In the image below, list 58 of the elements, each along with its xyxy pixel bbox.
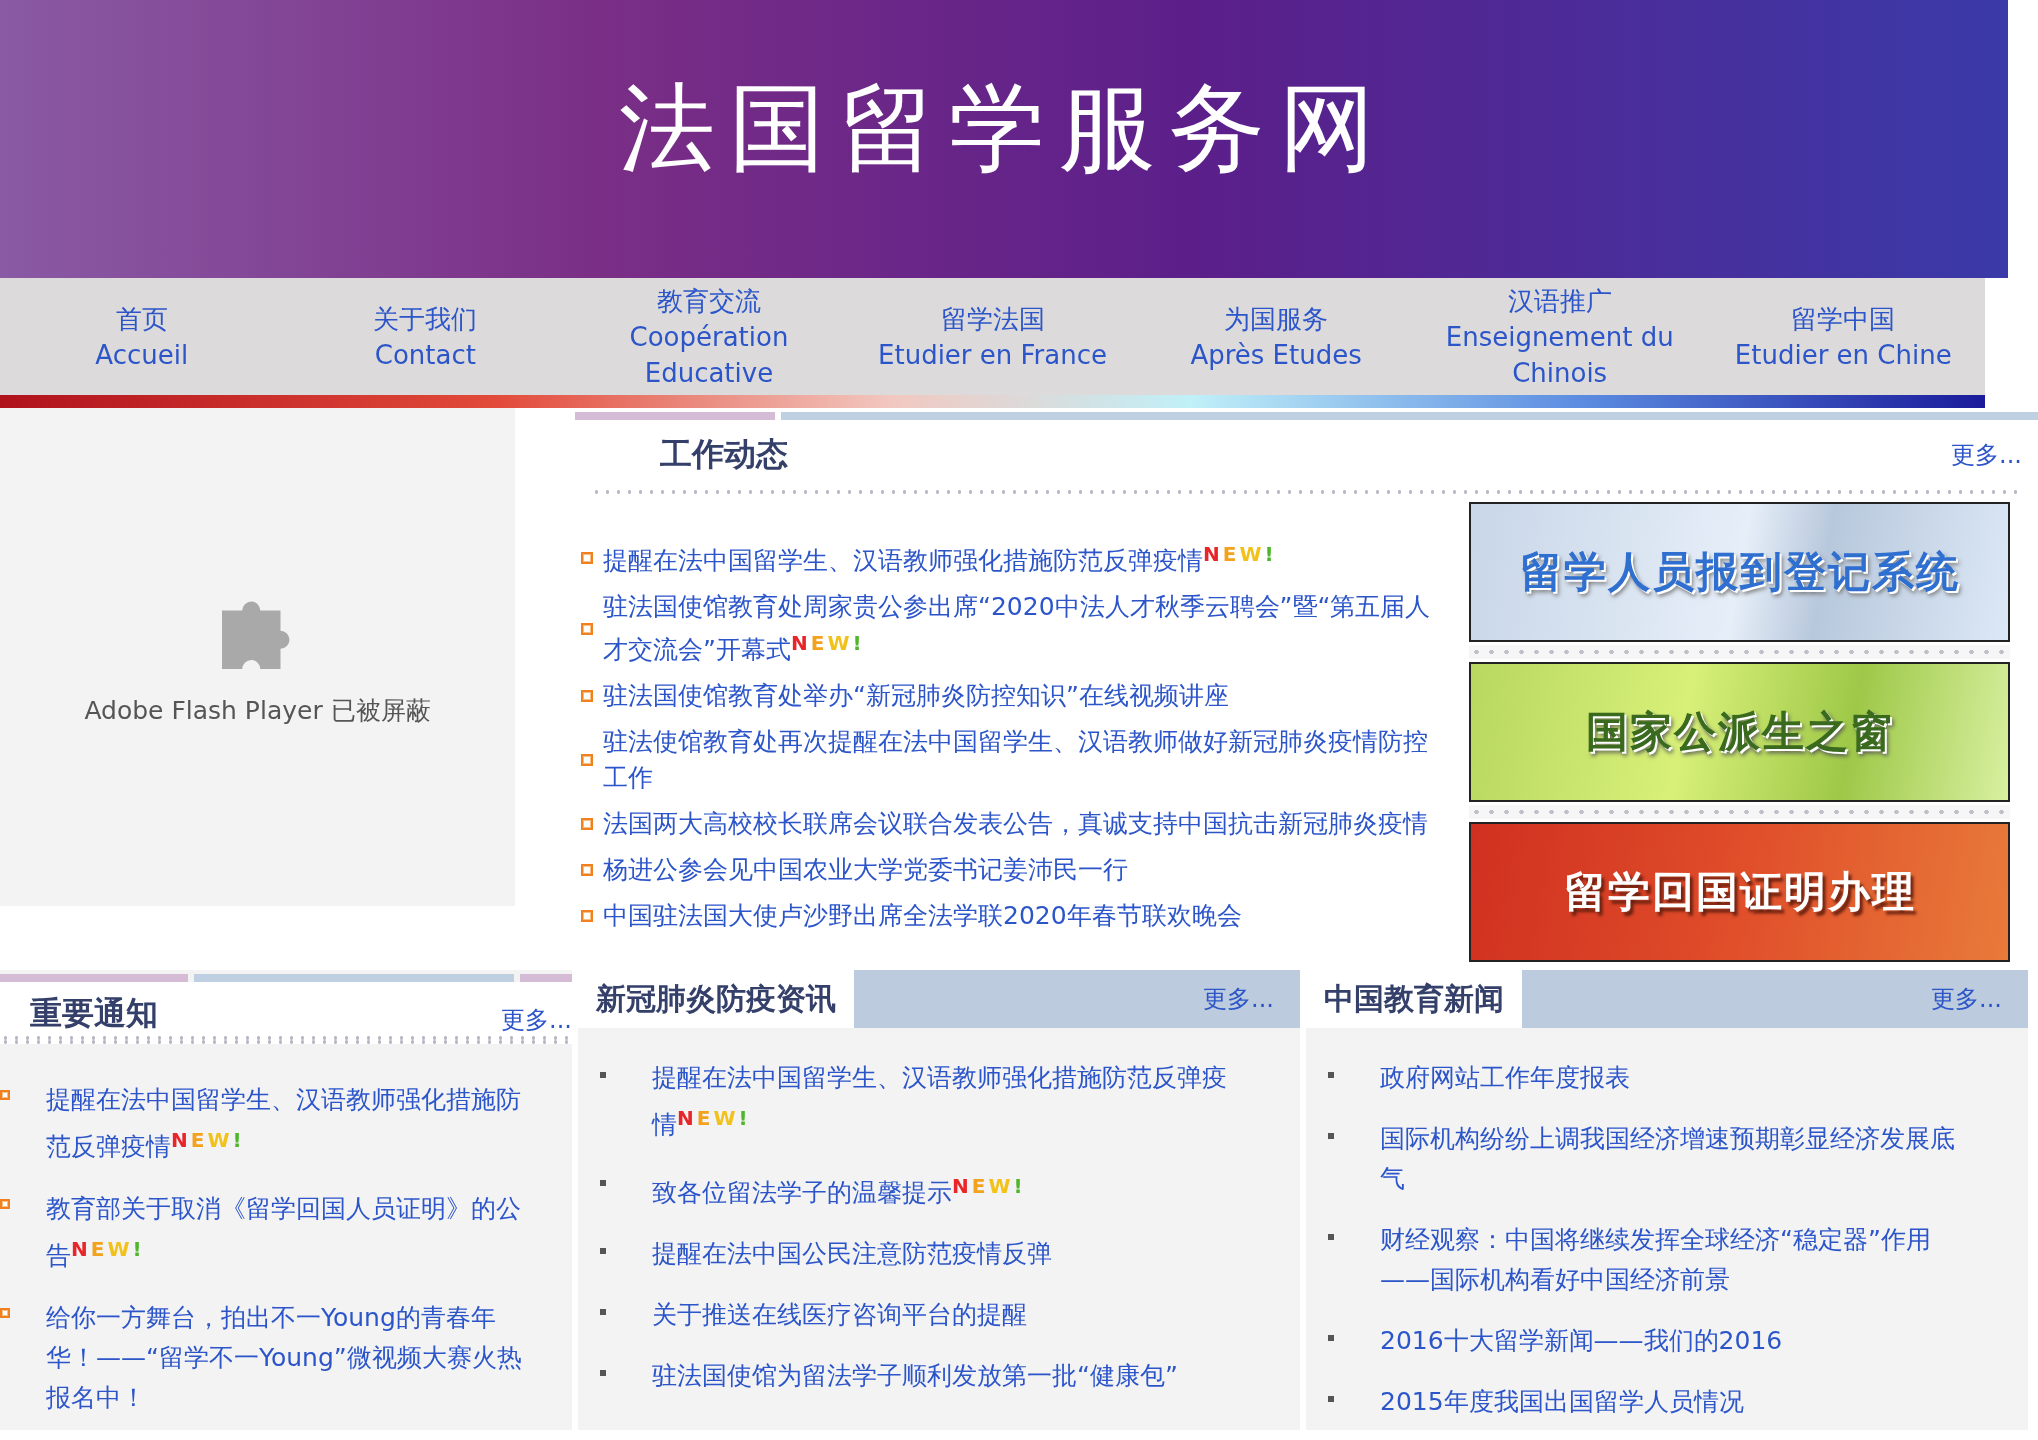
bullet-icon [581,690,593,702]
bullet-icon [1328,1335,1334,1341]
nav-link[interactable]: 留学法国 Etudier en France [850,300,1135,373]
bullet-icon [1328,1133,1334,1139]
banner-link[interactable]: 留学回国证明办理 [1469,822,2010,962]
news-link[interactable]: 给你一方舞台，拍出不一Young的青春年华！——“留学不一Young”微视频大赛火热报名中！ [46,1298,532,1418]
bullet-icon [581,818,593,830]
news-link[interactable]: 驻法国使馆为留法学子顺利发放第一批“健康包” [652,1356,1178,1396]
bullet-icon [600,1248,606,1254]
bullet-icon [1328,1396,1334,1402]
new-label: NEW! [677,1106,751,1130]
bullet-icon [600,1072,606,1078]
section-title: 新冠肺炎防疫资讯 [578,970,854,1028]
news-link[interactable]: 中国驻法国大使卢沙野出席全法学联2020年春节联欢晚会 [603,898,1242,934]
bullet-icon [581,910,593,922]
nav-link[interactable]: 关于我们 Contact [283,300,568,373]
nav-link[interactable]: 为国服务 Après Etudes [1134,300,1418,373]
new-label: NEW! [71,1237,145,1261]
news-link[interactable]: 财经观察：中国将继续发挥全球经济“稳定器”作用——国际机构看好中国经济前景 [1380,1220,1978,1300]
section-title: 重要通知 [30,993,158,1034]
more-link[interactable]: 更多... [1931,983,2002,1015]
nav-link[interactable]: 教育交流 Coopération Educative [567,282,851,391]
blocked-message: Adobe Flash Player 已被屏蔽 [84,694,431,727]
more-link[interactable]: 更多... [1203,983,1274,1015]
news-link[interactable]: 法国两大高校校长联席会议联合发表公告，真诚支持中国抗击新冠肺炎疫情 [603,806,1428,842]
bullet-icon [600,1180,606,1186]
news-link[interactable]: 国际机构纷纷上调我国经济增速预期彰显经济发展底气 [1380,1119,1978,1199]
nav-link[interactable]: 留学中国 Etudier en Chine [1701,300,1986,373]
site-title: 法国留学服务网 [619,71,1389,186]
news-link[interactable]: 提醒在法中国公民注意防范疫情反弹 [652,1234,1052,1274]
banner-link[interactable]: 留学人员报到登记系统 [1469,502,2010,642]
more-link[interactable]: 更多... [501,1004,572,1036]
more-link[interactable]: 更多... [1951,439,2022,471]
nav-link[interactable]: 首页 Accueil [0,300,284,373]
news-link[interactable]: 2015年度我国出国留学人员情况 [1380,1382,1744,1422]
news-link[interactable]: 2016十大留学新闻——我们的2016 [1380,1321,1783,1361]
news-link[interactable]: 杨进公参会见中国农业大学党委书记姜沛民一行 [603,852,1128,888]
banner-link[interactable]: 国家公派生之窗 [1469,662,2010,802]
bullet-icon [1328,1234,1334,1240]
header-stripe [520,974,572,982]
nav-link[interactable]: 汉语推广 Enseignement du Chinois [1417,282,1702,391]
bullet-icon [600,1309,606,1315]
section-title: 工作动态 [660,434,788,475]
news-link[interactable]: 政府网站工作年度报表 [1380,1058,1630,1098]
new-label: NEW! [790,631,865,655]
news-link[interactable]: 驻法国使馆教育处举办“新冠肺炎防控知识”在线视频讲座 [603,678,1229,714]
news-link[interactable]: 驻法使馆教育处再次提醒在法中国留学生、汉语教师做好新冠肺炎疫情防控工作 [603,724,1449,796]
new-label: NEW! [1203,542,1277,566]
news-link[interactable]: 关于推送在线医疗咨询平台的提醒 [652,1295,1027,1335]
bullet-icon [581,864,593,876]
bullet-icon [1328,1072,1334,1078]
bullet-icon [581,754,593,766]
bullet-icon [581,622,593,635]
section-title: 中国教育新闻 [1306,970,1522,1028]
new-label: NEW! [171,1128,245,1152]
bullet-icon [600,1370,606,1376]
new-label: NEW! [952,1174,1026,1198]
bullet-icon [581,551,593,564]
